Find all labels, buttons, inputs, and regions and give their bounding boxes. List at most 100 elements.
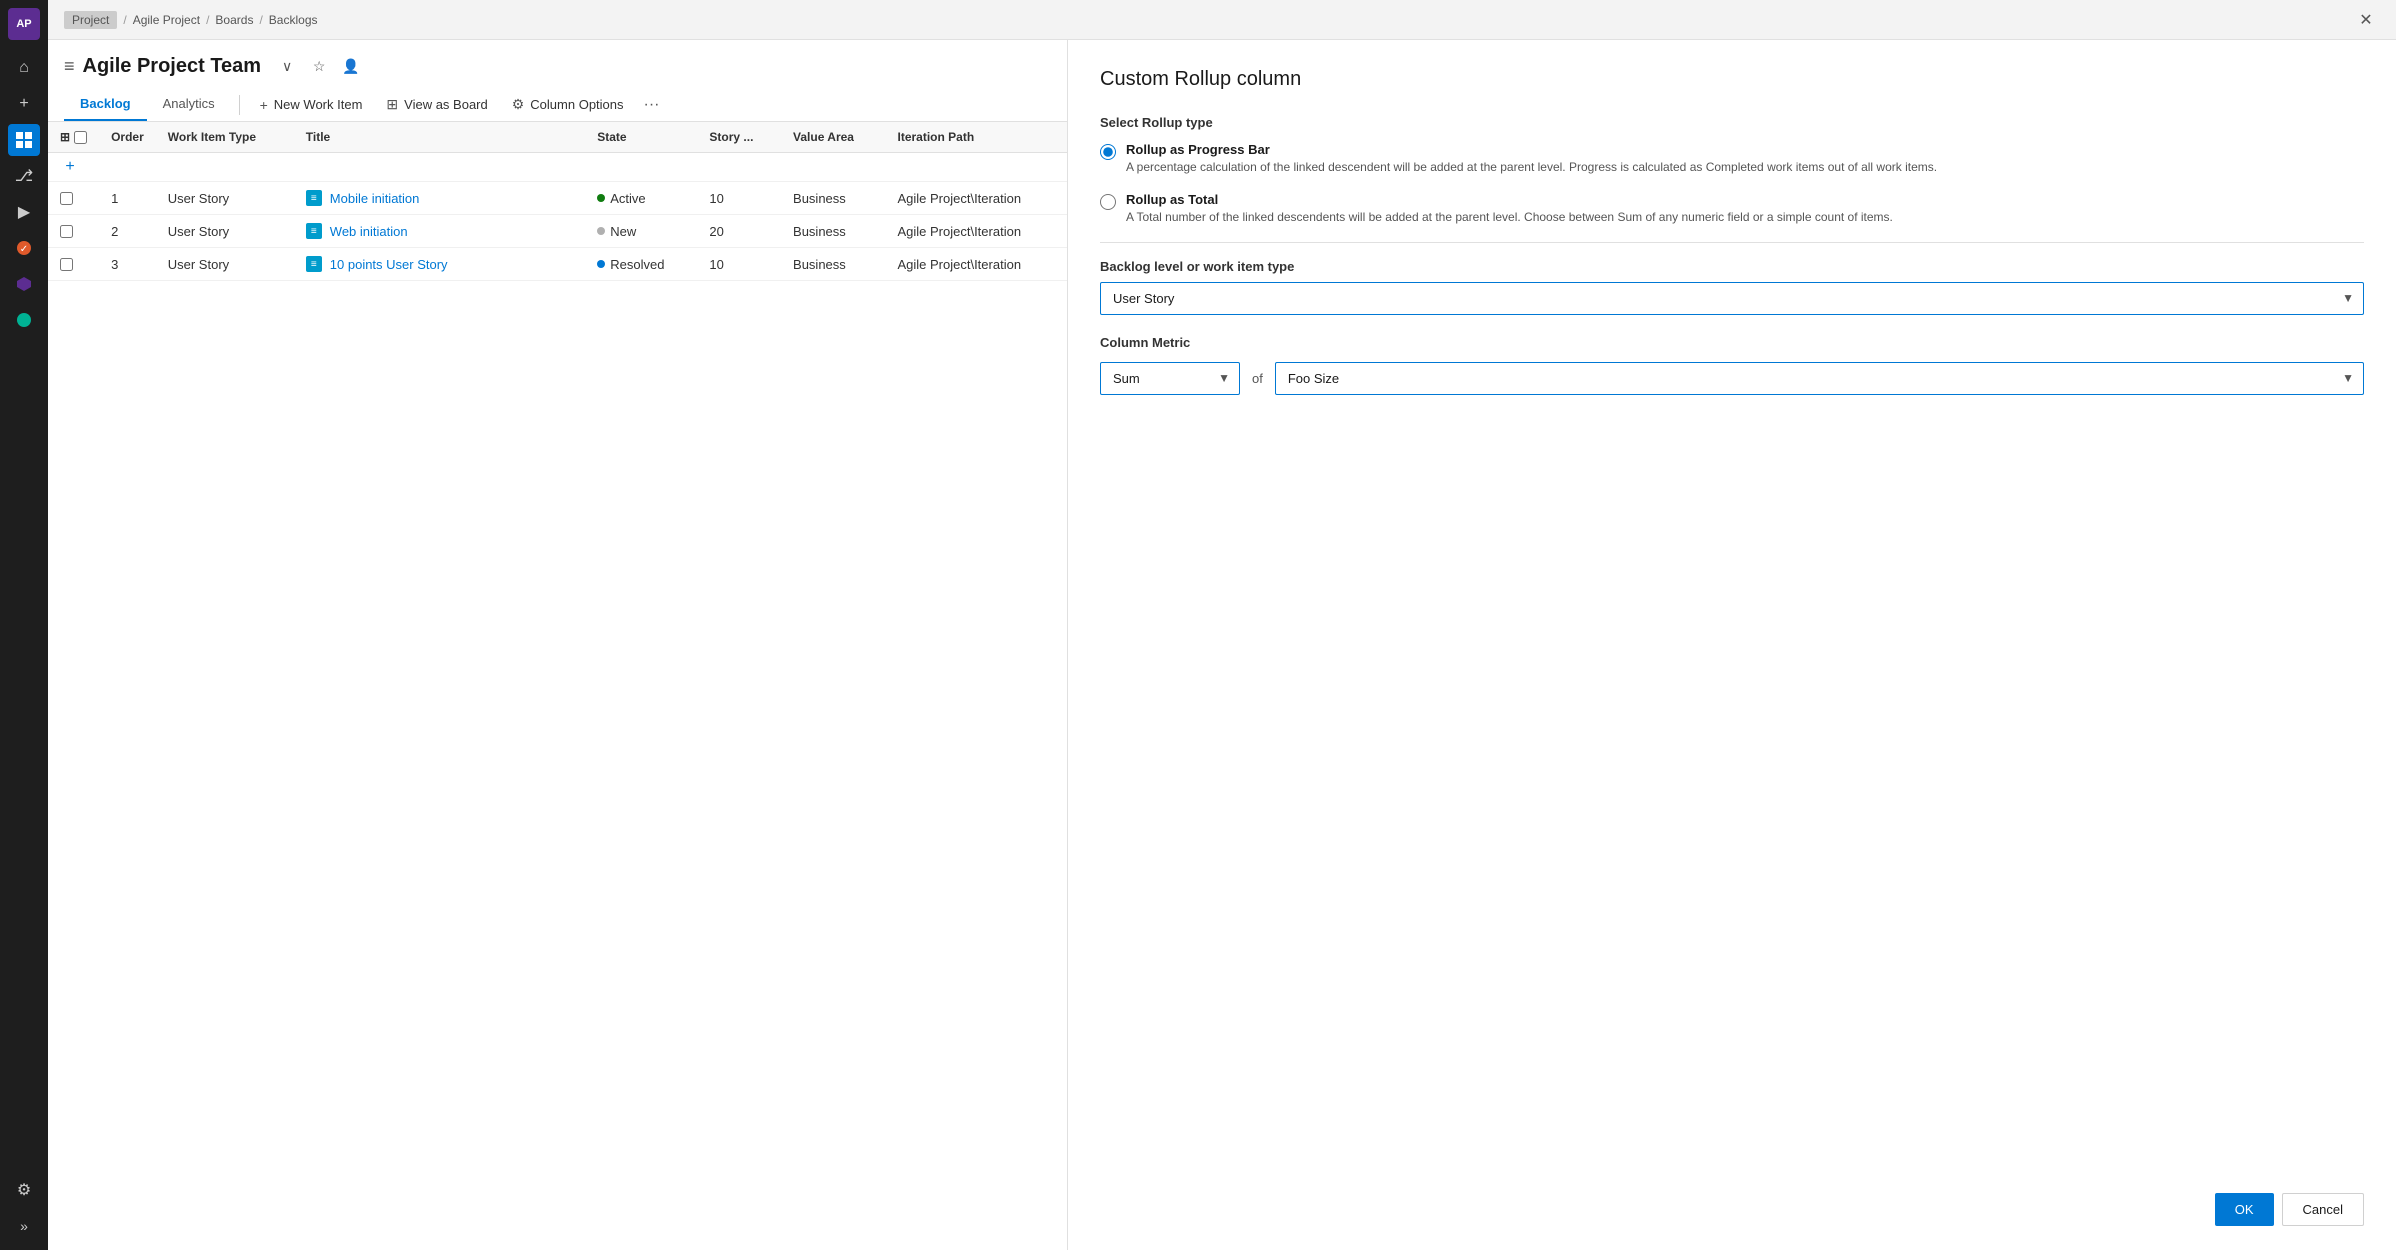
state-indicator bbox=[597, 194, 605, 202]
home-icon[interactable]: ⌂ bbox=[8, 52, 40, 84]
order-cell: 1 bbox=[99, 182, 156, 215]
topbar-right: ✕ bbox=[2352, 6, 2380, 34]
page-header: ≡ Agile Project Team ∨ ☆ 👤 bbox=[48, 40, 1067, 80]
rollup-total-option: Rollup as Total A Total number of the li… bbox=[1100, 192, 2364, 226]
state-cell: New bbox=[585, 215, 697, 248]
story-points-cell: 10 bbox=[697, 248, 781, 281]
expand-sidebar-icon[interactable]: » bbox=[8, 1210, 40, 1242]
artifacts-icon[interactable] bbox=[8, 268, 40, 300]
rollup-total-desc: A Total number of the linked descendents… bbox=[1126, 209, 1893, 226]
table-row: 1 User Story ≡ Mobile initiation ··· Act… bbox=[48, 182, 1067, 215]
col-value-area: Value Area bbox=[781, 122, 885, 153]
cancel-button[interactable]: Cancel bbox=[2282, 1193, 2364, 1226]
title-link[interactable]: 10 points User Story bbox=[330, 257, 448, 272]
backlog-level-select[interactable]: User StoryFeatureEpicTaskBug bbox=[1100, 282, 2364, 315]
col-story-points: Story ... bbox=[697, 122, 781, 153]
divider bbox=[1100, 242, 2364, 243]
row-more-button[interactable]: ··· bbox=[552, 257, 565, 272]
col-title: Title bbox=[294, 122, 540, 153]
test-icon[interactable]: ✓ bbox=[8, 232, 40, 264]
state-label: New bbox=[610, 224, 636, 239]
order-cell: 3 bbox=[99, 248, 156, 281]
backlog-table: ⊞ Order Work Item Type Title State Story… bbox=[48, 122, 1067, 281]
close-button[interactable]: ✕ bbox=[2352, 6, 2380, 34]
svg-text:✓: ✓ bbox=[20, 244, 28, 255]
table-row: 2 User Story ≡ Web initiation ··· New 20 bbox=[48, 215, 1067, 248]
work-item-type-icon: ≡ bbox=[306, 256, 322, 272]
backlog-table-container: ⊞ Order Work Item Type Title State Story… bbox=[48, 122, 1067, 1250]
work-item-type-icon: ≡ bbox=[306, 223, 322, 239]
metric-select[interactable]: SumCount bbox=[1100, 362, 1240, 395]
breadcrumb-boards[interactable]: Boards bbox=[215, 13, 253, 27]
row-more-button[interactable]: ··· bbox=[552, 191, 565, 206]
rollup-progress-radio[interactable] bbox=[1100, 144, 1116, 160]
ok-button[interactable]: OK bbox=[2215, 1193, 2274, 1226]
iteration-path-cell: Agile Project\Iteration bbox=[885, 215, 1067, 248]
state-cell: Resolved bbox=[585, 248, 697, 281]
rollup-type-label: Select Rollup type bbox=[1100, 115, 2364, 130]
settings-icon[interactable]: ⚙ bbox=[8, 1174, 40, 1206]
row-checkbox-0[interactable] bbox=[60, 192, 73, 205]
row-checkbox-1[interactable] bbox=[60, 225, 73, 238]
rollup-total-radio[interactable] bbox=[1100, 194, 1116, 210]
row-more-button[interactable]: ··· bbox=[552, 224, 565, 239]
add-icon[interactable]: + bbox=[8, 88, 40, 120]
add-work-item-button[interactable]: + bbox=[60, 157, 80, 177]
tab-backlog[interactable]: Backlog bbox=[64, 88, 147, 121]
main-content: Project / Agile Project / Boards / Backl… bbox=[48, 0, 2396, 1250]
backlog-level-label: Backlog level or work item type bbox=[1100, 259, 2364, 274]
state-indicator bbox=[597, 227, 605, 235]
team-member-button[interactable]: 👤 bbox=[337, 52, 365, 80]
breadcrumb-agile[interactable]: Agile Project bbox=[133, 13, 200, 27]
state-label: Resolved bbox=[610, 257, 664, 272]
table-row: 3 User Story ≡ 10 points User Story ··· … bbox=[48, 248, 1067, 281]
column-options-button[interactable]: ⚙ Column Options bbox=[500, 90, 636, 119]
col-iteration-path: Iteration Path bbox=[885, 122, 1067, 153]
of-text: of bbox=[1252, 371, 1263, 386]
extensions-icon[interactable] bbox=[8, 304, 40, 336]
breadcrumb: Project / Agile Project / Boards / Backl… bbox=[64, 11, 318, 29]
col-state: State bbox=[585, 122, 697, 153]
column-metric-label: Column Metric bbox=[1100, 335, 2364, 350]
page-area: ≡ Agile Project Team ∨ ☆ 👤 Backlog Analy… bbox=[48, 40, 2396, 1250]
breadcrumb-backlogs[interactable]: Backlogs bbox=[269, 13, 318, 27]
org-avatar[interactable]: AP bbox=[8, 8, 40, 40]
header-actions: ∨ ☆ 👤 bbox=[273, 52, 365, 80]
favorite-button[interactable]: ☆ bbox=[305, 52, 333, 80]
story-points-cell: 20 bbox=[697, 215, 781, 248]
order-cell: 2 bbox=[99, 215, 156, 248]
column-options-icon: ⚙ bbox=[512, 96, 525, 113]
dropdown-button[interactable]: ∨ bbox=[273, 52, 301, 80]
field-select-wrapper: Foo SizeStory PointsEffortRemaining Work… bbox=[1275, 362, 2364, 395]
backlog-level-wrapper: User StoryFeatureEpicTaskBug ▼ bbox=[1100, 282, 2364, 315]
title-cell: ≡ Web initiation bbox=[294, 215, 540, 248]
view-as-board-button[interactable]: ⊞ View as Board bbox=[374, 90, 499, 119]
backlog-list-icon: ≡ bbox=[64, 56, 75, 77]
iteration-path-cell: Agile Project\Iteration bbox=[885, 182, 1067, 215]
tab-analytics[interactable]: Analytics bbox=[147, 88, 231, 121]
iteration-path-cell: Agile Project\Iteration bbox=[885, 248, 1067, 281]
metric-select-wrapper: SumCount ▼ bbox=[1100, 362, 1240, 395]
pipelines-icon[interactable]: ▶ bbox=[8, 196, 40, 228]
boards-icon[interactable] bbox=[8, 124, 40, 156]
new-work-item-button[interactable]: + New Work Item bbox=[248, 91, 375, 119]
rollup-total-label: Rollup as Total bbox=[1126, 192, 1893, 207]
title-link[interactable]: Web initiation bbox=[330, 224, 408, 239]
value-area-cell: Business bbox=[781, 182, 885, 215]
value-area-cell: Business bbox=[781, 248, 885, 281]
breadcrumb-project[interactable]: Project bbox=[64, 11, 117, 29]
col-work-item-type: Work Item Type bbox=[156, 122, 294, 153]
toolbar-separator bbox=[239, 95, 240, 115]
more-options-button[interactable]: ··· bbox=[636, 92, 668, 118]
story-points-cell: 10 bbox=[697, 182, 781, 215]
rollup-progress-desc: A percentage calculation of the linked d… bbox=[1126, 159, 1937, 176]
select-all-checkbox[interactable] bbox=[74, 131, 87, 144]
field-select[interactable]: Foo SizeStory PointsEffortRemaining Work bbox=[1275, 362, 2364, 395]
metric-row: SumCount ▼ of Foo SizeStory PointsEffort… bbox=[1100, 362, 2364, 395]
title-cell: ≡ 10 points User Story bbox=[294, 248, 540, 281]
title-cell: ≡ Mobile initiation bbox=[294, 182, 540, 215]
repos-icon[interactable]: ⎇ bbox=[8, 160, 40, 192]
page-title: Agile Project Team bbox=[83, 55, 262, 78]
title-link[interactable]: Mobile initiation bbox=[330, 191, 420, 206]
row-checkbox-2[interactable] bbox=[60, 258, 73, 271]
